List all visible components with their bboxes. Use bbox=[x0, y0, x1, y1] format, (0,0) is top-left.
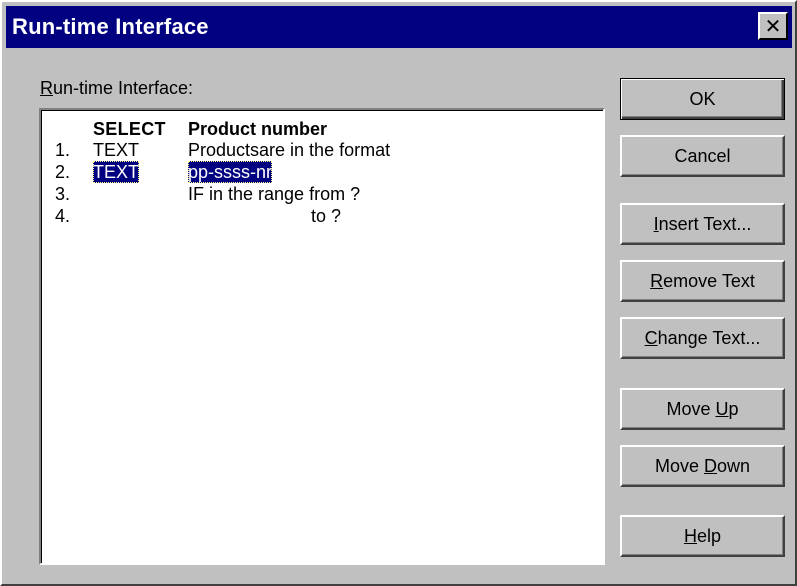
move-up-button-label: Move Up bbox=[666, 398, 739, 419]
runtime-interface-listbox[interactable]: SELECT Product number 1. TEXT Productsar… bbox=[39, 108, 605, 565]
move-down-button[interactable]: Move Down bbox=[620, 445, 785, 487]
list-item-number: 3. bbox=[55, 184, 71, 204]
insert-text-button[interactable]: Insert Text... bbox=[620, 203, 785, 245]
window-title: Run-time Interface bbox=[12, 14, 209, 39]
list-item[interactable]: 4. to ? bbox=[41, 205, 601, 227]
list-item-keyword: TEXT bbox=[93, 161, 140, 183]
list-item-number: 1. bbox=[55, 140, 71, 160]
remove-text-button-label: Remove Text bbox=[650, 270, 755, 291]
remove-text-button[interactable]: Remove Text bbox=[620, 260, 785, 302]
move-down-button-label: Move Down bbox=[654, 455, 751, 476]
list-item-keyword: TEXT bbox=[93, 140, 140, 160]
list-label: Run-time Interface: bbox=[40, 78, 193, 98]
list-item-text: pp-ssss-nr bbox=[188, 161, 273, 183]
list-item[interactable]: 1. TEXT Productsare in the format bbox=[41, 139, 601, 161]
list-label-rest: un-time Interface: bbox=[53, 78, 194, 98]
help-button-label: Help bbox=[683, 525, 722, 546]
list-header-row: SELECT Product number bbox=[41, 118, 601, 140]
move-up-button[interactable]: Move Up bbox=[620, 388, 785, 430]
cancel-button-label: Cancel bbox=[674, 145, 731, 166]
list-item-number: 4. bbox=[55, 206, 71, 226]
insert-text-button-label: Insert Text... bbox=[653, 213, 752, 234]
list-item-text: Productsare in the format bbox=[188, 140, 391, 160]
list-item[interactable]: 3. IF in the range from ? bbox=[41, 183, 601, 205]
close-icon: ✕ bbox=[764, 14, 782, 38]
list-item-text: IF in the range from ? bbox=[188, 184, 361, 204]
header-text: Product number bbox=[188, 119, 328, 139]
change-text-button[interactable]: Change Text... bbox=[620, 317, 785, 359]
cancel-button[interactable]: Cancel bbox=[620, 135, 785, 177]
help-button[interactable]: Help bbox=[620, 515, 785, 557]
header-keyword: SELECT bbox=[93, 119, 166, 139]
dialog-window: Run-time Interface ✕ Run-time Interface:… bbox=[0, 0, 797, 586]
ok-button-label: OK bbox=[689, 88, 716, 109]
ok-button[interactable]: OK bbox=[620, 78, 785, 120]
list-item-number: 2. bbox=[55, 162, 71, 182]
list-item-text: to ? bbox=[311, 206, 342, 226]
change-text-button-label: Change Text... bbox=[644, 327, 761, 348]
title-bar[interactable]: Run-time Interface ✕ bbox=[6, 6, 792, 48]
list-item-selected[interactable]: 2. TEXT pp-ssss-nr bbox=[41, 161, 601, 183]
close-button[interactable]: ✕ bbox=[758, 12, 788, 40]
list-label-mnemonic: R bbox=[40, 78, 53, 98]
